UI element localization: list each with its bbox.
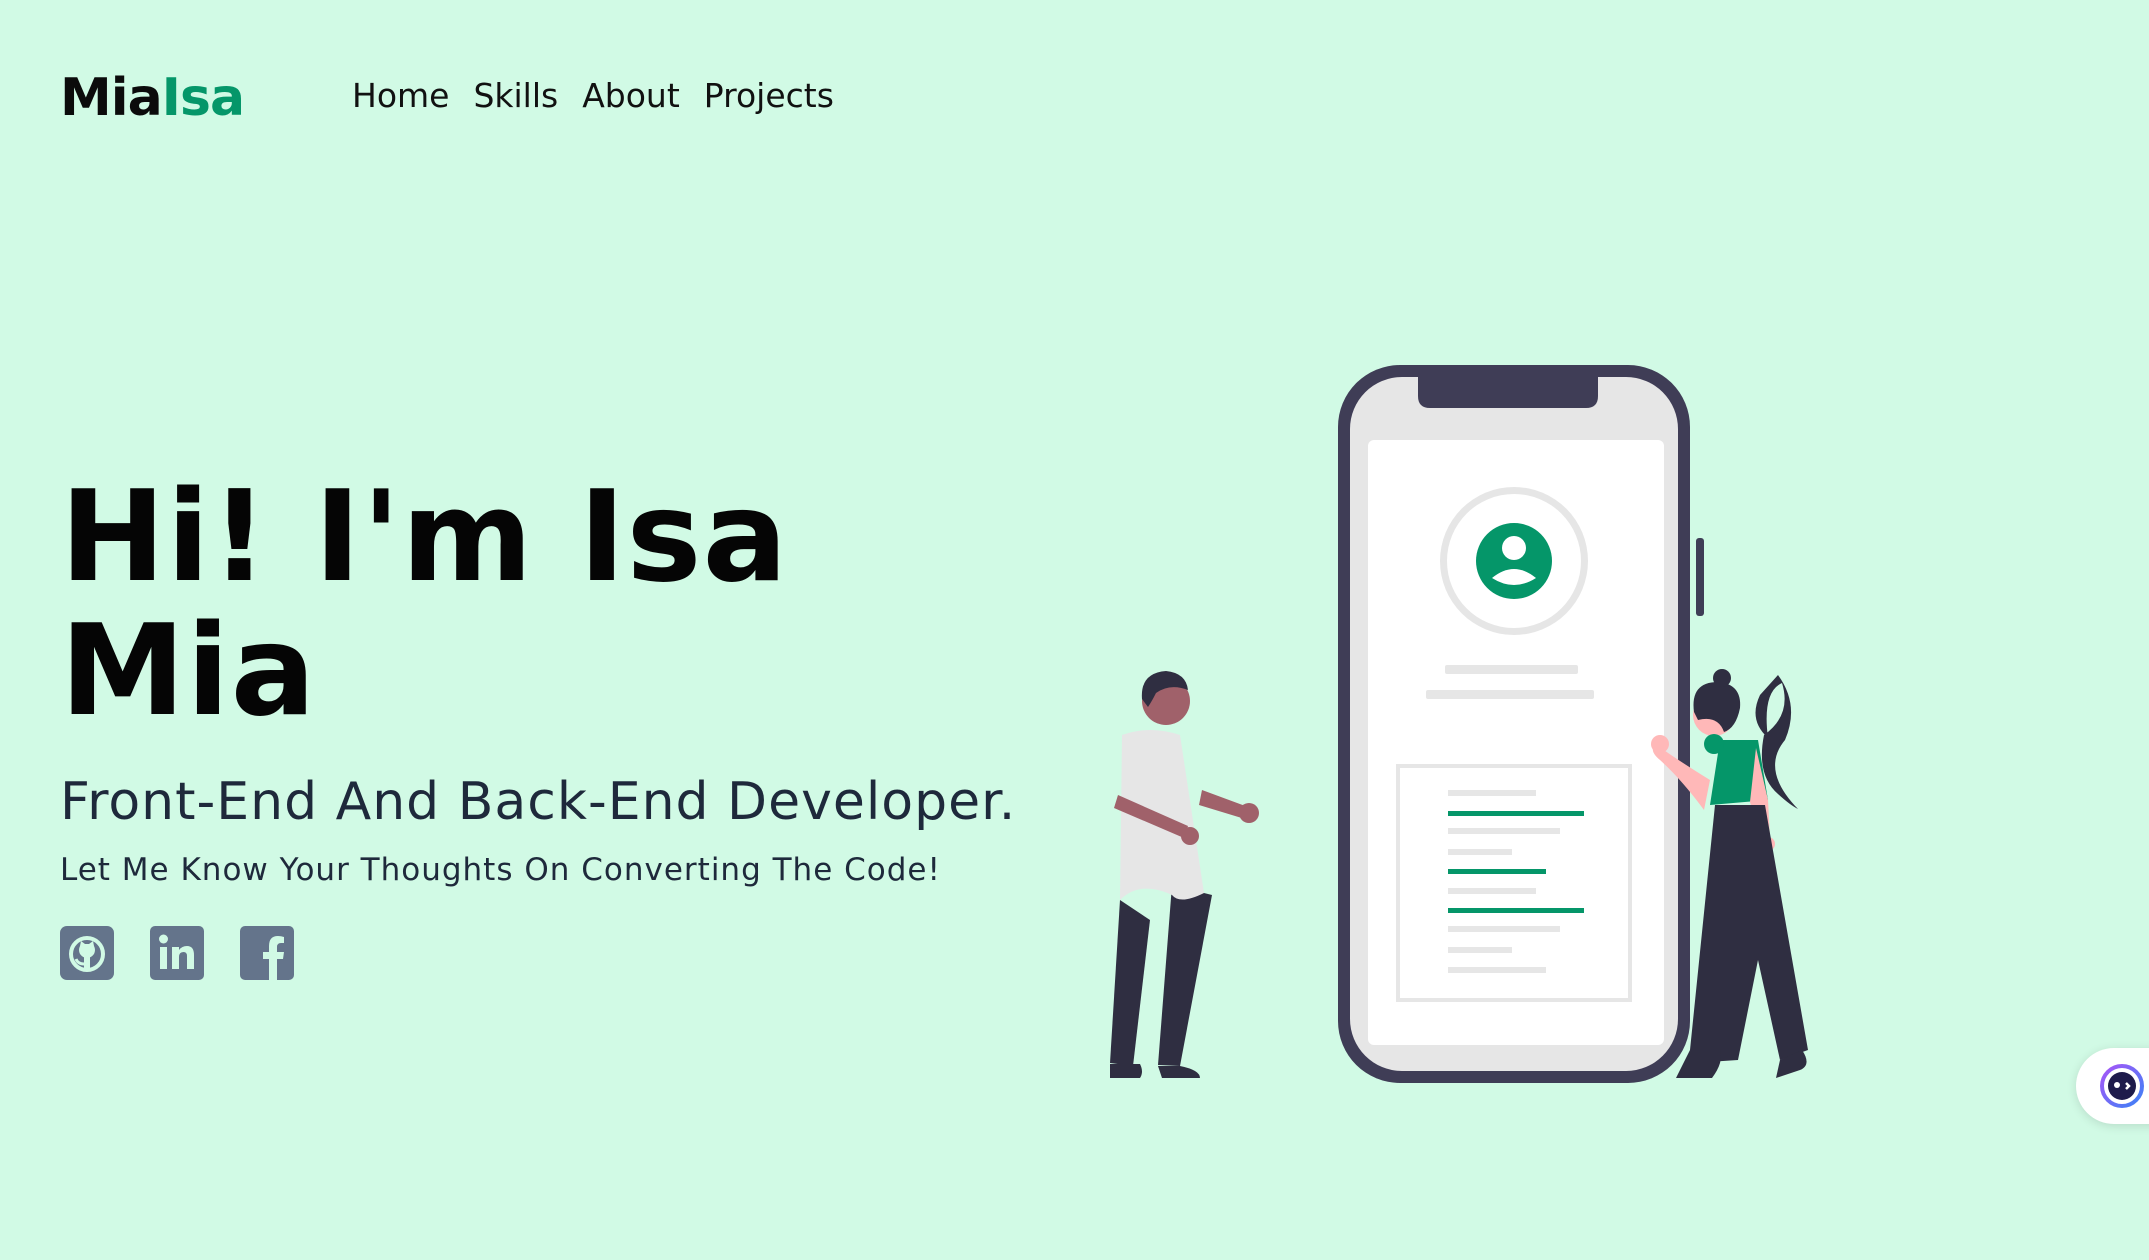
main-nav: Home Skills About Projects <box>352 76 834 115</box>
phone-illustration <box>1338 365 1704 1083</box>
github-link[interactable] <box>60 926 114 980</box>
nav-about[interactable]: About <box>582 76 680 115</box>
linkedin-icon <box>150 926 204 980</box>
linkedin-link[interactable] <box>150 926 204 980</box>
facebook-icon <box>240 926 294 980</box>
github-icon <box>60 926 114 980</box>
man-illustration <box>1110 671 1259 1078</box>
hero-note: Let Me Know Your Thoughts On Converting … <box>60 852 941 888</box>
hero-illustration <box>1110 365 1808 1083</box>
nav-skills[interactable]: Skills <box>473 76 558 115</box>
chat-widget-button[interactable] <box>2076 1048 2149 1124</box>
nav-projects[interactable]: Projects <box>704 76 834 115</box>
site-header: MiaIsa Home Skills About Projects <box>60 58 834 138</box>
hero-title: Hi! I'm Isa Mia <box>60 470 1060 738</box>
site-logo[interactable]: MiaIsa <box>60 68 245 128</box>
hero-title-line1: Hi! I'm Isa <box>60 463 789 610</box>
hero-section: Hi! I'm Isa Mia Front-End And Back-End D… <box>60 470 1060 980</box>
facebook-link[interactable] <box>240 926 294 980</box>
logo-first: Mia <box>60 68 163 128</box>
page: MiaIsa Home Skills About Projects Hi! I'… <box>0 0 2149 1260</box>
logo-last: Isa <box>161 68 245 128</box>
social-links <box>60 926 1060 980</box>
nav-home[interactable]: Home <box>352 76 449 115</box>
hero-title-line2: Mia <box>60 597 317 744</box>
chat-bot-icon <box>2100 1064 2144 1108</box>
hero-subtitle: Front-End And Back-End Developer. <box>60 772 1017 832</box>
